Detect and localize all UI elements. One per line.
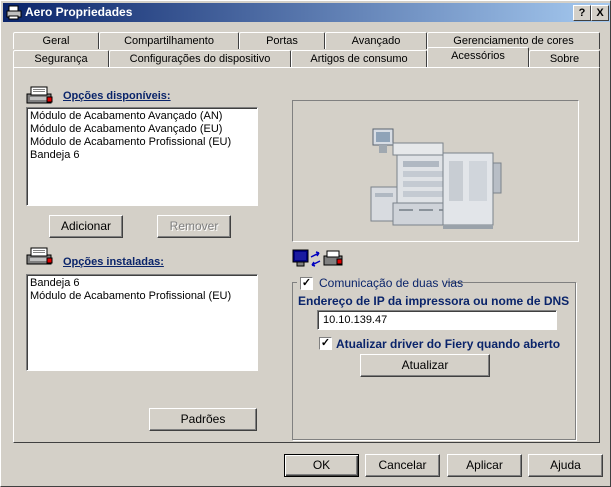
- printer-icon: [6, 5, 22, 20]
- close-title-button[interactable]: X: [591, 5, 609, 21]
- help-title-button[interactable]: ?: [573, 5, 591, 21]
- installed-options-list[interactable]: Bandeja 6 Módulo de Acabamento Profissio…: [26, 274, 258, 371]
- two-way-label: Comunicação de duas vias: [319, 276, 464, 290]
- remove-button[interactable]: Remover: [157, 215, 231, 238]
- tab-acessorios[interactable]: Acessórios: [427, 47, 529, 67]
- tab-configuracoes-dispositivo[interactable]: Configurações do dispositivo: [109, 50, 291, 67]
- list-item[interactable]: Módulo de Acabamento Profissional (EU): [30, 136, 254, 149]
- list-item[interactable]: Módulo de Acabamento Profissional (EU): [30, 290, 254, 303]
- ok-button[interactable]: OK: [284, 454, 359, 477]
- two-way-communication-icon: [292, 249, 343, 267]
- tab-sobre[interactable]: Sobre: [529, 50, 600, 67]
- printer-options-icon: [26, 86, 53, 104]
- help-button[interactable]: Ajuda: [528, 454, 603, 477]
- two-way-checkbox-row[interactable]: ✓ Comunicação de duas vias: [297, 275, 463, 291]
- printer-illustration-frame: [292, 100, 579, 242]
- ip-address-label: Endereço de IP da impressora ou nome de …: [298, 294, 570, 308]
- installed-options-label: Opções instaladas:: [63, 256, 164, 268]
- title-bar[interactable]: Aero Propriedades ? X: [3, 3, 610, 22]
- defaults-button[interactable]: Padrões: [149, 408, 257, 431]
- list-item[interactable]: Módulo de Acabamento Avançado (AN): [30, 110, 254, 123]
- ip-address-input[interactable]: 10.10.139.47: [317, 310, 557, 330]
- list-item[interactable]: Módulo de Acabamento Avançado (EU): [30, 123, 254, 136]
- list-item[interactable]: Bandeja 6: [30, 277, 254, 290]
- add-button[interactable]: Adicionar: [49, 215, 123, 238]
- available-options-list[interactable]: Módulo de Acabamento Avançado (AN) Módul…: [26, 107, 258, 206]
- two-way-checkbox[interactable]: ✓: [300, 277, 313, 290]
- printer-installed-icon: [26, 247, 53, 265]
- tab-portas[interactable]: Portas: [239, 32, 325, 49]
- update-button[interactable]: Atualizar: [360, 354, 490, 377]
- printer-illustration: [370, 128, 502, 229]
- update-driver-label: Atualizar driver do Fiery quando aberto: [336, 337, 561, 351]
- properties-window: Aero Propriedades ? X Geral Compartilham…: [0, 0, 611, 487]
- window-title: Aero Propriedades: [25, 5, 133, 19]
- tab-seguranca[interactable]: Segurança: [13, 50, 109, 67]
- tab-avancado[interactable]: Avançado: [325, 32, 427, 49]
- tab-compartilhamento[interactable]: Compartilhamento: [99, 32, 239, 49]
- tab-artigos-consumo[interactable]: Artigos de consumo: [291, 50, 427, 67]
- accessories-panel: Opções disponíveis: Módulo de Acabamento…: [13, 67, 600, 443]
- update-driver-checkbox[interactable]: ✓: [319, 337, 332, 350]
- tab-geral[interactable]: Geral: [13, 32, 99, 49]
- list-item[interactable]: Bandeja 6: [30, 149, 254, 162]
- apply-button[interactable]: Aplicar: [447, 454, 522, 477]
- cancel-button[interactable]: Cancelar: [365, 454, 440, 477]
- available-options-label: Opções disponíveis:: [63, 90, 171, 102]
